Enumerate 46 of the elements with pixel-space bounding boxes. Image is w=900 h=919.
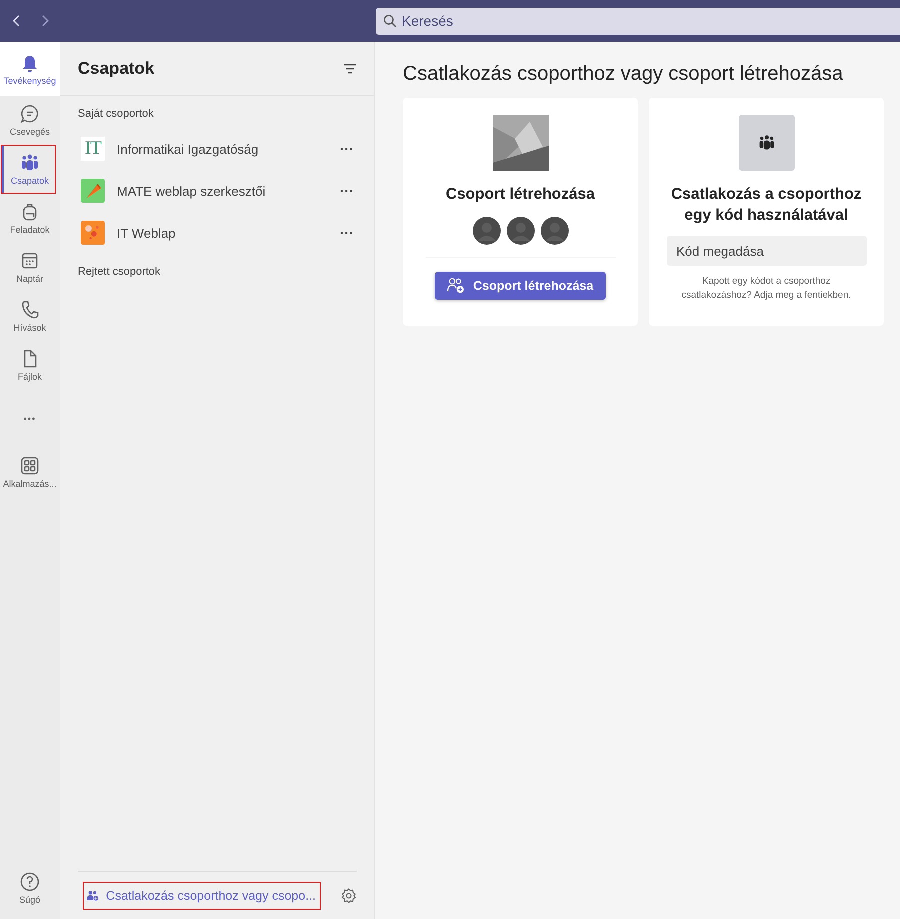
section-heading: Rejtett csoportok [78, 266, 162, 278]
app-bar-item[interactable]: Hívások [0, 292, 60, 341]
card-title: Csatlakozás a csoporthoz egy kód használatával [670, 185, 863, 226]
app-bar-item[interactable]: Naptár [0, 243, 60, 292]
team-logo [81, 179, 105, 203]
app-bar-item[interactable]: Csevegés [0, 96, 60, 145]
chat-icon [20, 104, 40, 124]
back-icon [12, 14, 22, 28]
help-button[interactable]: Súgó [0, 864, 60, 913]
apps-icon [20, 456, 40, 476]
people-icon [758, 134, 776, 152]
team-item[interactable]: MATE weblap szerkesztői ··· [78, 170, 356, 212]
team-logo: IT [81, 137, 105, 161]
avatar-icon [506, 217, 534, 245]
app-bar-item[interactable]: Fájlok [0, 341, 60, 390]
more-options-button[interactable]: ··· [340, 183, 356, 199]
app-bar-item[interactable]: Feladatok [0, 194, 60, 243]
more-options-button[interactable]: ··· [340, 225, 356, 241]
app-bar-item[interactable]: Csapatok [1, 145, 56, 194]
more-options-button[interactable]: ··· [340, 141, 356, 157]
people-add-icon [447, 278, 466, 294]
join-or-create-link[interactable]: Csatlakozás csoporthoz vagy csopo... [83, 882, 321, 910]
help-icon [20, 872, 40, 892]
section-heading: Saját csoportok [78, 108, 155, 120]
code-input-field[interactable]: Kód megadása [666, 236, 866, 266]
app-bar-item[interactable]: ••• [0, 390, 60, 448]
forward-icon [40, 14, 50, 28]
phone-icon [20, 300, 40, 320]
app-bar-item[interactable]: Tevékenység [0, 42, 60, 96]
app-bar-item[interactable]: Alkalmazás... [0, 448, 60, 497]
search-field[interactable]: Keresés [376, 8, 900, 34]
filter-icon [343, 62, 357, 74]
search-icon [383, 14, 397, 28]
calendar-icon [20, 251, 40, 271]
create-team-button[interactable]: Csoport létrehozása [435, 272, 606, 300]
card-title: Csoport létrehozása [444, 185, 596, 205]
team-item[interactable]: IT Weblap ··· [78, 212, 356, 254]
hint-text: Kapott egy kódot a csoporthoz csatlakozáshoz? Adja meg a fentiekben. [680, 275, 852, 303]
avatar-icon [540, 217, 568, 245]
avatar-icon [472, 217, 500, 245]
people-icon [20, 153, 40, 173]
team-logo [81, 221, 105, 245]
team-item[interactable]: IT Informatikai Igazgatóság ··· [78, 128, 356, 170]
page-title: Csatlakozás csoporthoz vagy csoport létrehozása [403, 63, 844, 86]
settings-icon [341, 888, 357, 904]
panel-title: Csapatok [78, 58, 155, 78]
